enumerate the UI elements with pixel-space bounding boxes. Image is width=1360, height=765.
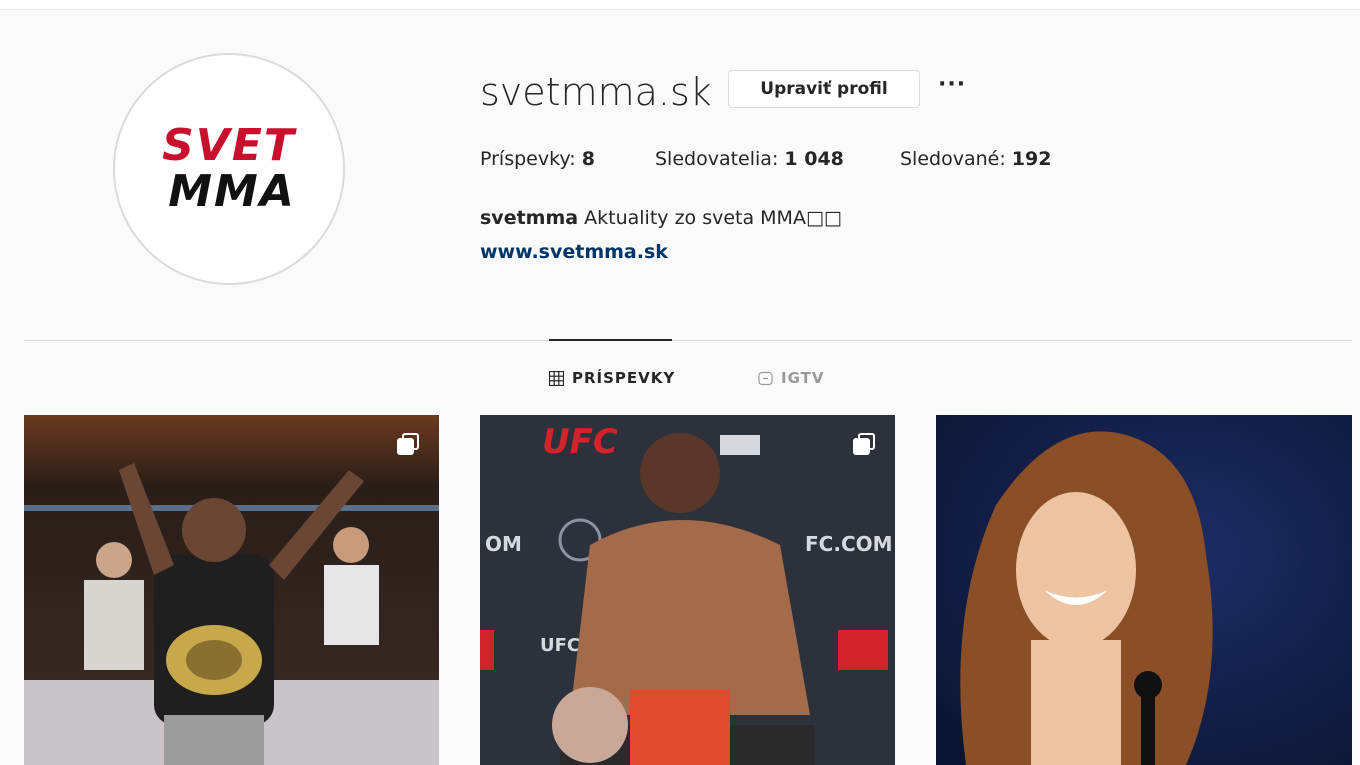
tab-igtv-label: IGTV: [781, 369, 825, 387]
svg-text:OM: OM: [485, 532, 522, 556]
multiple-images-icon: [853, 433, 875, 455]
following-label: Sledované:: [900, 148, 1006, 170]
tabs-divider: [24, 340, 1352, 341]
more-options-icon[interactable]: ···: [938, 72, 966, 97]
logo-text-mma: MMA: [168, 166, 296, 217]
tab-igtv[interactable]: IGTV: [758, 369, 824, 387]
logo-text-svet: SVET: [162, 120, 296, 171]
posts-count-label: Príspevky:: [480, 148, 576, 170]
svg-text:FC.COM: FC.COM: [805, 532, 893, 556]
post-image-1: [24, 415, 439, 765]
following-count[interactable]: Sledované: 192: [900, 148, 1051, 170]
post-thumbnail-1[interactable]: [24, 415, 439, 765]
tab-posts[interactable]: PRÍSPEVKY: [549, 369, 675, 387]
posts-count-value: 8: [581, 148, 595, 170]
multiple-images-icon: [397, 433, 419, 455]
edit-profile-button[interactable]: Upraviť profil: [728, 70, 920, 108]
posts-count: Príspevky: 8: [480, 148, 595, 170]
following-value: 192: [1011, 148, 1052, 170]
igtv-icon: [758, 371, 773, 385]
bio-name: svetmma: [480, 207, 579, 229]
ufc-logo-text: UFC: [542, 422, 618, 462]
bio-text: Aktuality zo sveta MMA□□: [584, 207, 842, 229]
profile-avatar[interactable]: SVET MMA: [113, 53, 345, 285]
profile-username: svetmma.sk: [480, 70, 712, 114]
post-thumbnail-2[interactable]: UFC FC.COM OM UFC.: [480, 415, 895, 765]
grid-icon: [549, 370, 564, 386]
profile-bio: svetmma Aktuality zo sveta MMA□□: [480, 207, 842, 229]
tab-posts-label: PRÍSPEVKY: [572, 369, 676, 387]
post-image-2: UFC FC.COM OM UFC.: [480, 415, 895, 765]
followers-value: 1 048: [784, 148, 844, 170]
post-thumbnail-3[interactable]: [936, 415, 1352, 765]
followers-count[interactable]: Sledovatelia: 1 048: [655, 148, 844, 170]
post-image-3: [936, 415, 1352, 765]
followers-label: Sledovatelia:: [655, 148, 779, 170]
profile-website-link[interactable]: www.svetmma.sk: [480, 241, 668, 263]
top-nav-strip: [0, 0, 1360, 10]
active-tab-indicator: [549, 339, 672, 341]
